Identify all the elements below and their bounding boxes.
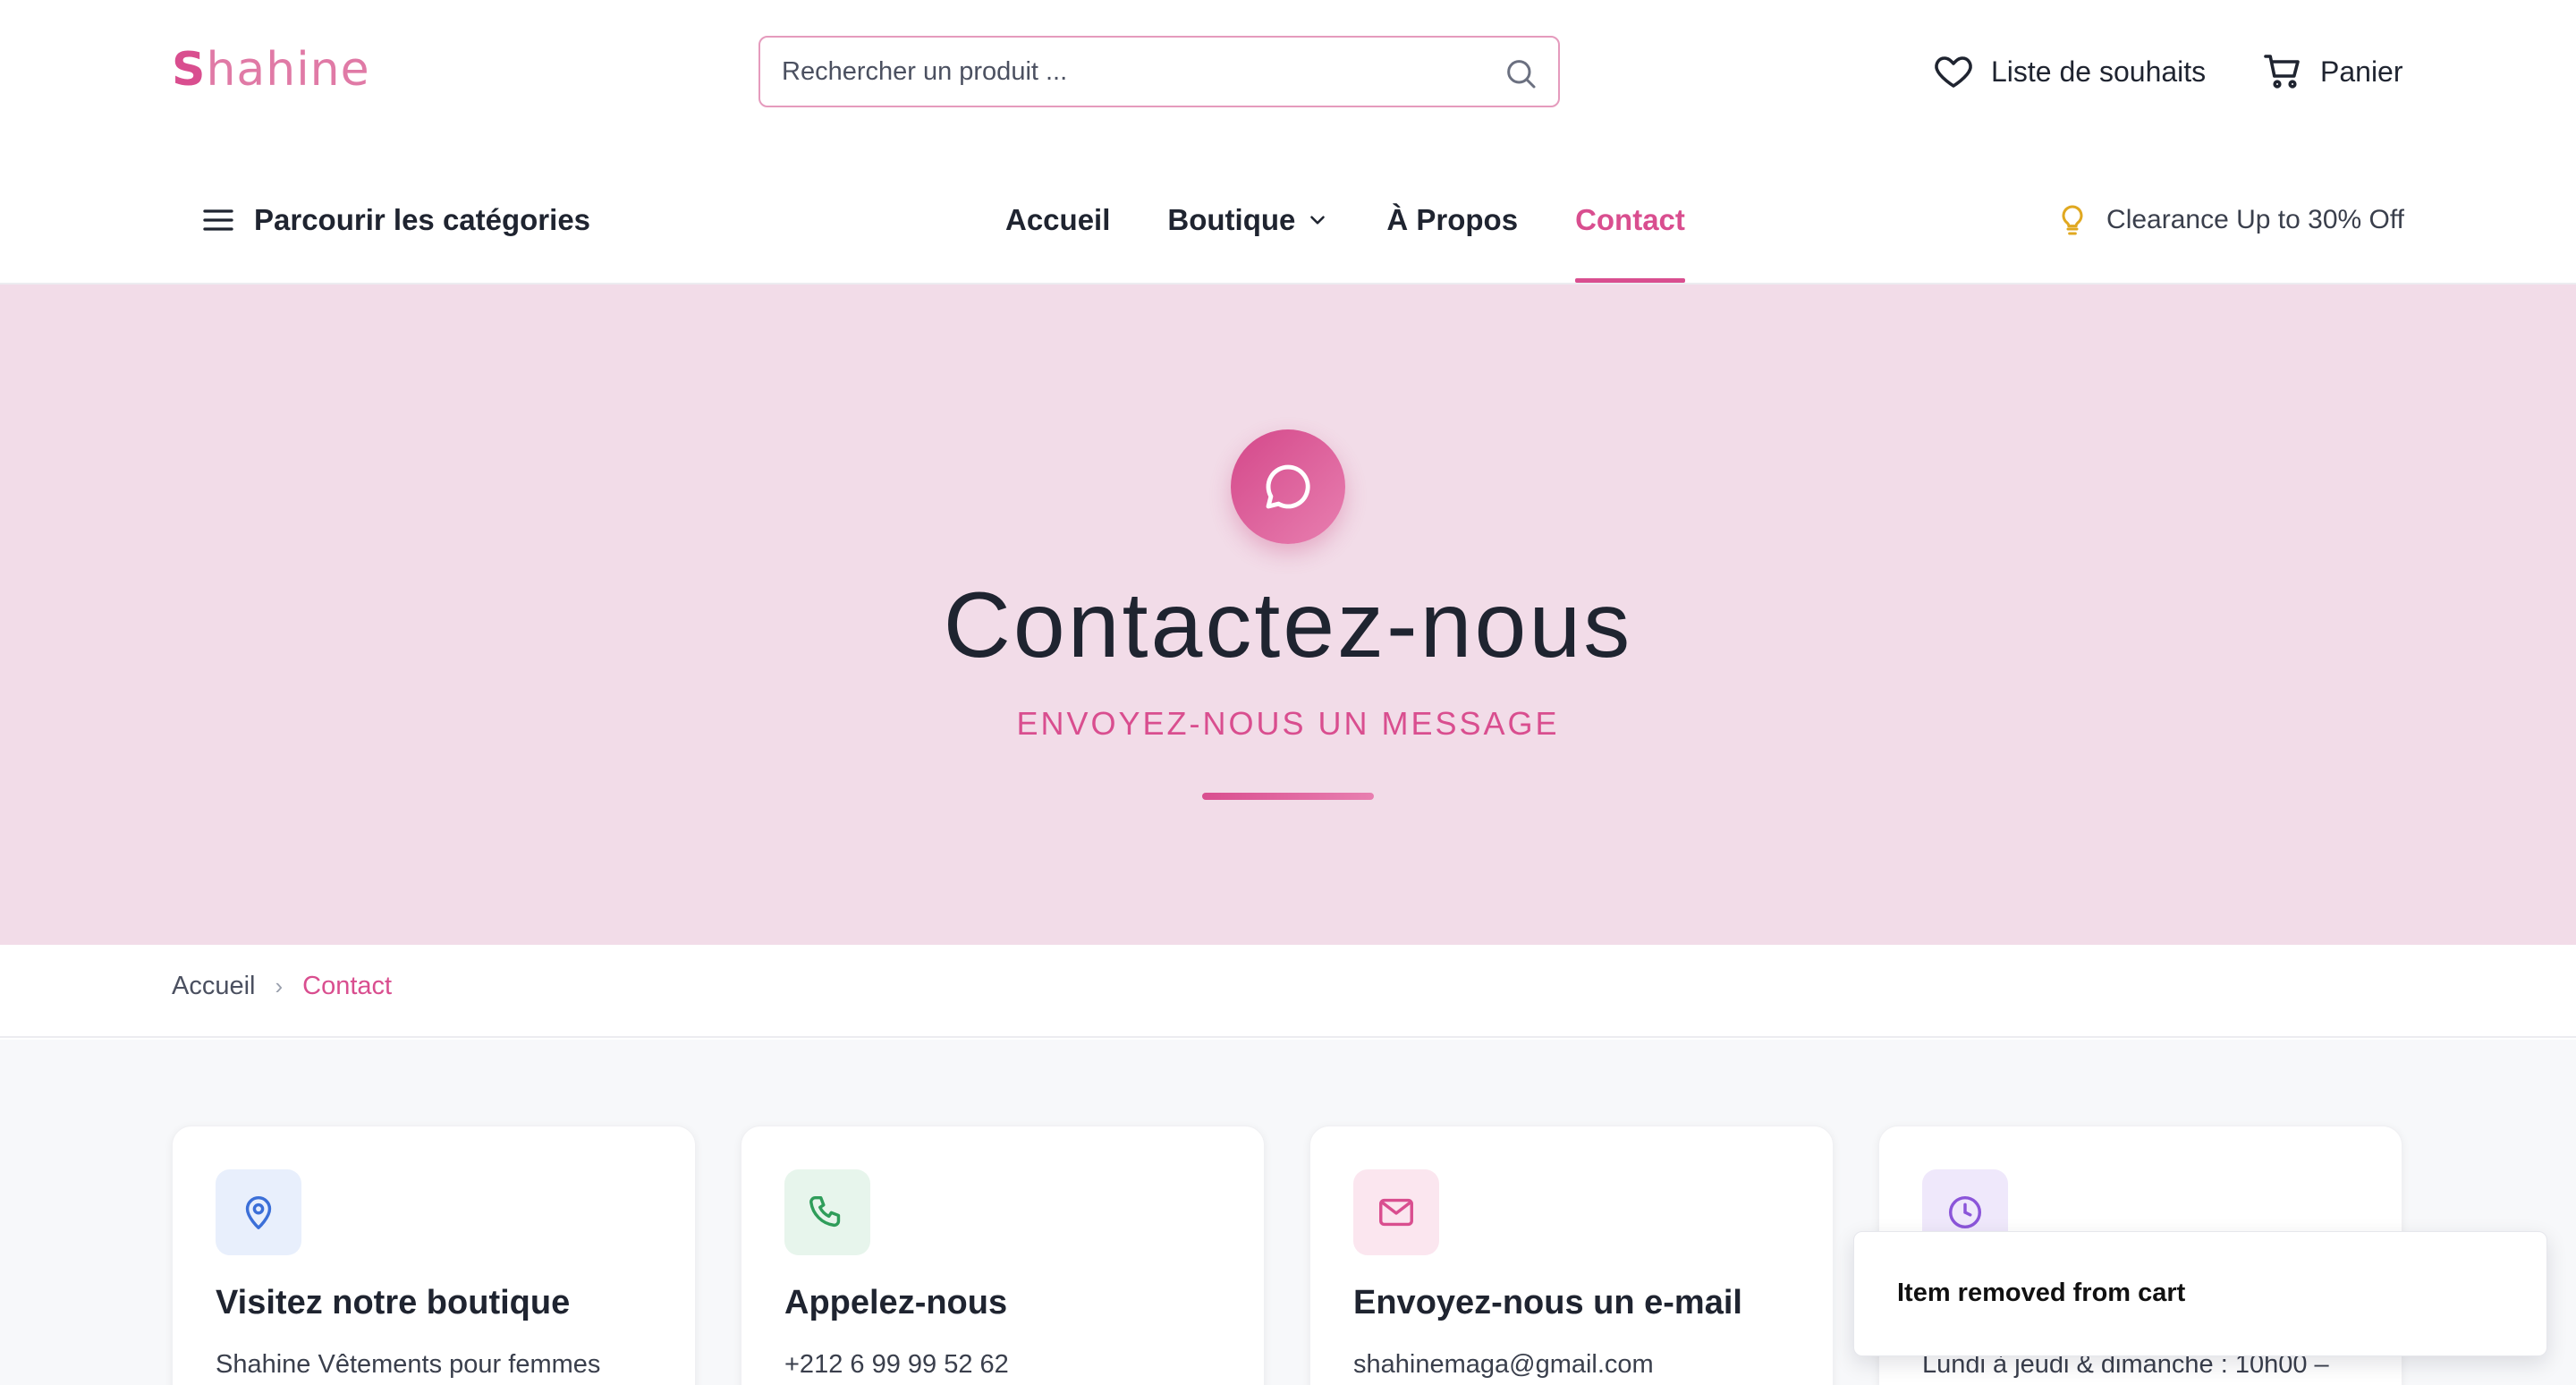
card-text[interactable]: +212 6 99 99 52 62	[784, 1350, 1009, 1380]
toast-notification[interactable]: Item removed from cart	[1853, 1231, 2547, 1356]
hero-banner: Contactez-nous ENVOYEZ-NOUS UN MESSAGE	[0, 285, 2576, 945]
nav-link-label: Contact	[1575, 203, 1685, 236]
page-title: Contactez-nous	[943, 574, 1633, 677]
nav-link-contact[interactable]: Contact	[1575, 193, 1685, 283]
search-icon[interactable]	[1503, 55, 1538, 91]
nav-link-label: À Propos	[1386, 203, 1519, 236]
phone-icon	[784, 1169, 870, 1255]
clearance-promo[interactable]: Clearance Up to 30% Off	[2055, 193, 2404, 247]
card-title: Visitez notre boutique	[216, 1284, 571, 1321]
wishlist-link[interactable]: Liste de souhaits	[1932, 45, 2206, 98]
breadcrumb-current: Contact	[302, 972, 393, 1000]
lightbulb-icon	[2062, 205, 2083, 235]
mail-icon	[1353, 1169, 1439, 1255]
nav-link-accueil[interactable]: Accueil	[1005, 193, 1110, 247]
card-title: Appelez-nous	[784, 1284, 1008, 1321]
toast-message: Item removed from cart	[1897, 1279, 2186, 1307]
main-navbar: Parcourir les catégories Accueil Boutiqu…	[0, 161, 2576, 283]
logo[interactable]: Shahine	[172, 41, 370, 98]
map-pin-icon	[216, 1169, 301, 1255]
page-subtitle: ENVOYEZ-NOUS UN MESSAGE	[1016, 705, 1560, 742]
heart-icon	[1935, 56, 1972, 88]
breadcrumb: Accueil › Contact	[0, 945, 2576, 1038]
top-header: Shahine Liste de souhaits Panier	[0, 0, 2576, 143]
breadcrumb-home-link[interactable]: Accueil	[172, 972, 256, 1001]
card-text: Shahine Vêtements pour femmes	[216, 1350, 601, 1379]
card-text[interactable]: shahinemaga@gmail.com	[1353, 1350, 1654, 1380]
contact-card-phone: Appelez-nous +212 6 99 99 52 62	[741, 1126, 1265, 1385]
contact-card-store: Visitez notre boutique Shahine Vêtements…	[172, 1126, 696, 1385]
cart-link[interactable]: Panier	[2261, 45, 2403, 98]
logo-text: hahine	[206, 43, 370, 97]
nav-link-boutique[interactable]: Boutique	[1167, 193, 1329, 247]
menu-icon	[203, 209, 233, 231]
browse-categories-button[interactable]: Parcourir les catégories	[200, 193, 590, 247]
clearance-label: Clearance Up to 30% Off	[2106, 205, 2404, 234]
nav-link-a-propos[interactable]: À Propos	[1386, 193, 1518, 247]
wishlist-label: Liste de souhaits	[1991, 55, 2207, 88]
hero-divider	[1202, 793, 1374, 800]
page: Shahine Liste de souhaits Panier	[0, 0, 2576, 1385]
browse-categories-label: Parcourir les catégories	[254, 203, 591, 236]
cart-label: Panier	[2320, 55, 2403, 88]
logo-mark: S	[172, 43, 207, 97]
nav-links: Accueil Boutique À Propos Contact	[1005, 193, 1742, 283]
search-input[interactable]	[782, 56, 1479, 87]
chevron-down-icon	[1310, 216, 1326, 225]
contact-card-email: Envoyez-nous un e-mail shahinemaga@gmail…	[1309, 1126, 1834, 1385]
nav-link-label: Boutique	[1167, 203, 1296, 236]
nav-link-label: Accueil	[1005, 203, 1111, 236]
message-bubble-icon	[1231, 429, 1345, 544]
breadcrumb-separator: ›	[275, 973, 284, 999]
cart-icon	[2264, 55, 2300, 89]
card-title: Envoyez-nous un e-mail	[1353, 1284, 1742, 1321]
search-bar	[758, 36, 1560, 107]
